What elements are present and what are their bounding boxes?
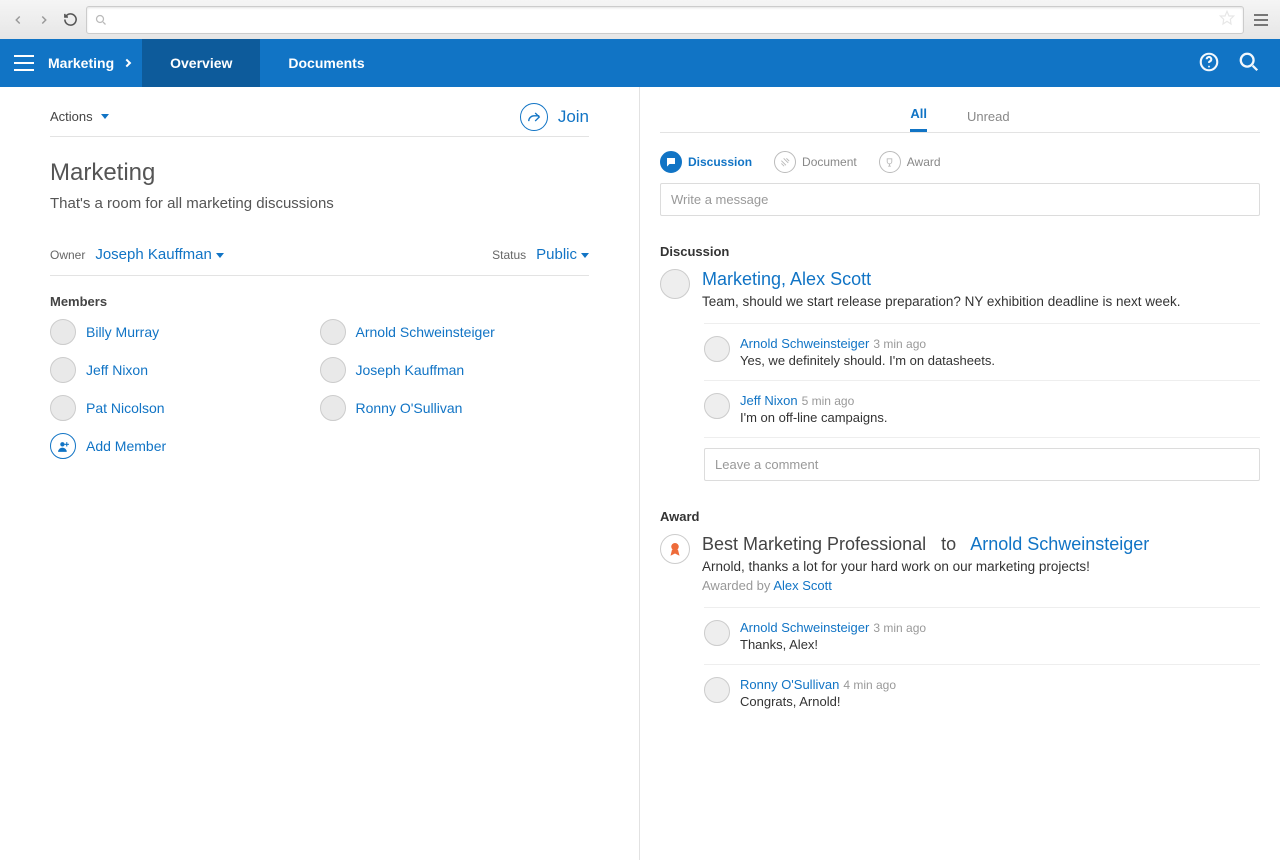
award-badge-icon	[660, 534, 690, 564]
url-bar[interactable]	[86, 6, 1244, 34]
reload-button[interactable]	[60, 10, 80, 30]
join-button[interactable]: Join	[520, 103, 589, 131]
avatar	[320, 395, 346, 421]
member-item[interactable]: Jeff Nixon	[50, 357, 320, 383]
compose-input[interactable]: Write a message	[660, 183, 1260, 216]
activity-feed-pane: All Unread Discussion Document Award Wri…	[640, 87, 1280, 860]
award-recipient-link[interactable]: Arnold Schweinsteiger	[970, 534, 1149, 554]
post-room-link[interactable]: Marketing	[702, 269, 781, 289]
nav-hamburger-icon[interactable]	[0, 39, 48, 87]
room-subtitle: That's a room for all marketing discussi…	[50, 195, 589, 212]
compose-type-discussion[interactable]: Discussion	[660, 151, 752, 173]
status-label: Status	[492, 248, 526, 262]
member-item[interactable]: Joseph Kauffman	[320, 357, 590, 383]
reply-author-link[interactable]: Ronny O'Sullivan	[740, 677, 839, 692]
status-dropdown[interactable]: Public	[536, 246, 589, 263]
tab-documents[interactable]: Documents	[260, 39, 392, 87]
reply-item: Ronny O'Sullivan 4 min ago Congrats, Arno…	[704, 664, 1260, 721]
avatar	[50, 395, 76, 421]
award-text: Arnold, thanks a lot for your hard work …	[702, 559, 1260, 574]
post-author-link[interactable]: Alex Scott	[790, 269, 871, 289]
tab-overview[interactable]: Overview	[142, 39, 260, 87]
caret-down-icon	[581, 253, 589, 258]
compose-type-award[interactable]: Award	[879, 151, 941, 173]
add-member-button[interactable]: Add Member	[50, 433, 320, 459]
document-icon	[774, 151, 796, 173]
member-item[interactable]: Ronny O'Sullivan	[320, 395, 590, 421]
member-item[interactable]: Billy Murray	[50, 319, 320, 345]
feed-tab-unread[interactable]: Unread	[967, 109, 1010, 132]
member-item[interactable]: Arnold Schweinsteiger	[320, 319, 590, 345]
breadcrumb-label: Marketing	[48, 55, 114, 71]
reply-item: Arnold Schweinsteiger 3 min ago Thanks, A…	[704, 607, 1260, 664]
caret-down-icon	[216, 253, 224, 258]
awarded-by-link[interactable]: Alex Scott	[773, 578, 832, 593]
app-nav: Marketing Overview Documents	[0, 39, 1280, 87]
reply-text: I'm on off-line campaigns.	[740, 410, 887, 425]
discussion-icon	[660, 151, 682, 173]
award-icon	[879, 151, 901, 173]
avatar	[704, 620, 730, 646]
chevron-right-icon	[123, 59, 131, 67]
actions-dropdown[interactable]: Actions	[50, 109, 109, 124]
avatar	[50, 319, 76, 345]
avatar	[660, 269, 690, 299]
room-title: Marketing	[50, 159, 589, 187]
compose-type-document[interactable]: Document	[774, 151, 857, 173]
back-button[interactable]	[8, 10, 28, 30]
search-icon[interactable]	[1238, 51, 1260, 76]
owner-link[interactable]: Joseph Kauffman	[95, 246, 223, 263]
reply-time: 3 min ago	[873, 337, 926, 351]
discussion-section-label: Discussion	[660, 244, 1260, 259]
post-text: Team, should we start release preparatio…	[702, 294, 1260, 309]
add-member-icon	[50, 433, 76, 459]
help-icon[interactable]	[1198, 51, 1220, 76]
avatar	[704, 393, 730, 419]
award-title: Best Marketing Professional	[702, 534, 926, 554]
avatar	[320, 319, 346, 345]
avatar	[704, 677, 730, 703]
reply-text: Congrats, Arnold!	[740, 694, 896, 709]
avatar	[704, 336, 730, 362]
reply-item: Jeff Nixon 5 min ago I'm on off-line camp…	[704, 380, 1260, 437]
room-info-pane: Actions Join Marketing That's a room for…	[0, 87, 640, 860]
avatar	[320, 357, 346, 383]
discussion-post: Marketing, Alex Scott Team, should we st…	[660, 269, 1260, 309]
avatar	[50, 357, 76, 383]
join-icon	[520, 103, 548, 131]
reply-text: Yes, we definitely should. I'm on datash…	[740, 353, 995, 368]
member-item[interactable]: Pat Nicolson	[50, 395, 320, 421]
reply-time: 3 min ago	[873, 621, 926, 635]
caret-down-icon	[101, 114, 109, 119]
comment-input[interactable]: Leave a comment	[704, 448, 1260, 481]
owner-label: Owner	[50, 248, 85, 262]
reply-author-link[interactable]: Arnold Schweinsteiger	[740, 620, 869, 635]
reply-author-link[interactable]: Arnold Schweinsteiger	[740, 336, 869, 351]
search-icon	[95, 14, 107, 26]
feed-tab-all[interactable]: All	[910, 106, 927, 132]
reply-text: Thanks, Alex!	[740, 637, 926, 652]
browser-toolbar	[0, 0, 1280, 39]
bookmark-star-icon[interactable]	[1219, 10, 1235, 29]
forward-button[interactable]	[34, 10, 54, 30]
reply-author-link[interactable]: Jeff Nixon	[740, 393, 798, 408]
breadcrumb[interactable]: Marketing	[48, 39, 142, 87]
award-post: Best Marketing Professional to Arnold Sc…	[660, 534, 1260, 593]
award-section-label: Award	[660, 509, 1260, 524]
reply-item: Arnold Schweinsteiger 3 min ago Yes, we d…	[704, 323, 1260, 380]
reply-time: 4 min ago	[843, 678, 896, 692]
browser-menu-button[interactable]	[1250, 10, 1272, 30]
reply-time: 5 min ago	[802, 394, 855, 408]
members-heading: Members	[50, 294, 589, 309]
